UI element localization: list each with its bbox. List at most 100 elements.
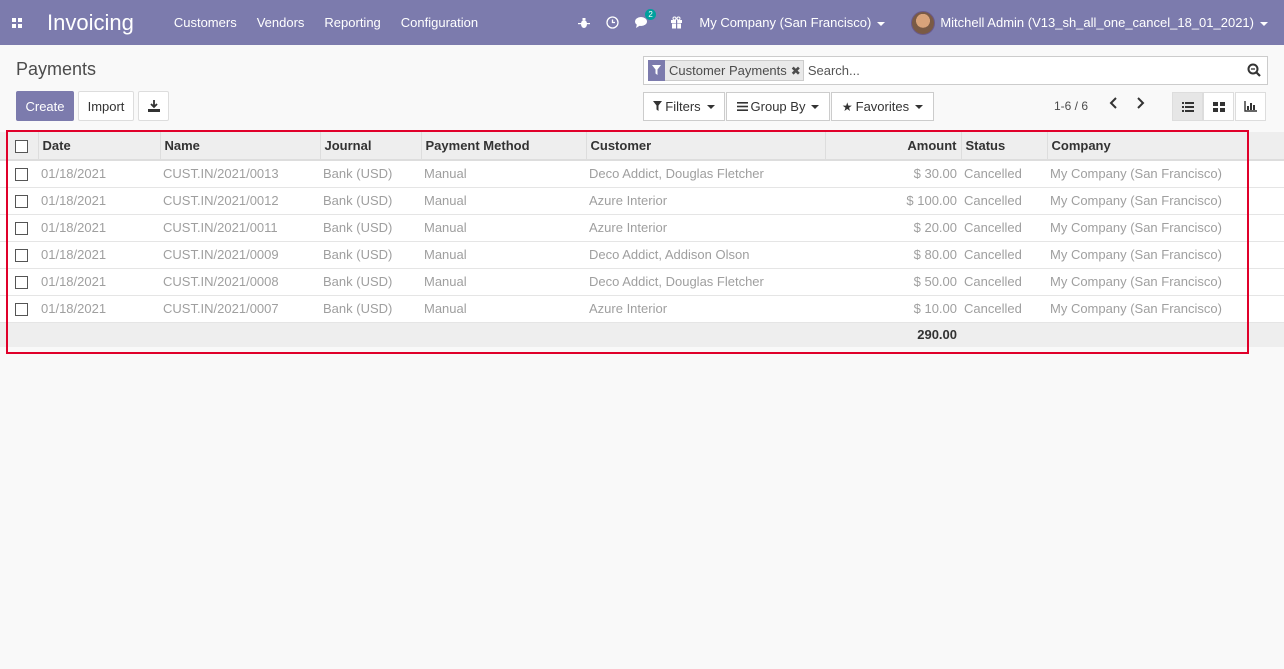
cell-customer: Azure Interior [586, 214, 825, 242]
table-row[interactable]: 01/18/2021 CUST.IN/2021/0007 Bank (USD) … [0, 295, 1284, 323]
chevron-down-icon [811, 104, 820, 109]
cell-name: CUST.IN/2021/0007 [160, 295, 320, 323]
cell-status: Cancelled [961, 187, 1047, 215]
footer-cell [421, 322, 586, 347]
import-button[interactable]: Import [78, 91, 134, 121]
kanban-view-button[interactable] [1203, 92, 1234, 121]
debug-bug-icon[interactable] [578, 17, 591, 29]
filters-dropdown[interactable]: Filters [643, 92, 725, 121]
cell-payment-method: Manual [421, 214, 586, 242]
create-button[interactable]: Create [16, 91, 74, 121]
select-all-checkbox-cell[interactable] [0, 132, 39, 161]
search-facet-customer-payments: Customer Payments ✖ [648, 59, 804, 81]
cell-status: Cancelled [961, 295, 1047, 323]
column-header-name[interactable]: Name [160, 132, 321, 161]
cell-amount: $ 10.00 [825, 295, 961, 323]
payments-list: Date Name Journal Payment Method Custome… [0, 132, 1284, 347]
cell-amount: $ 80.00 [825, 241, 961, 269]
table-row[interactable]: 01/18/2021 CUST.IN/2021/0013 Bank (USD) … [0, 160, 1284, 188]
cell-company: My Company (San Francisco) [1047, 268, 1284, 296]
cell-company: My Company (San Francisco) [1047, 214, 1284, 242]
group-by-dropdown[interactable]: Group By [726, 92, 830, 121]
row-checkbox[interactable] [15, 222, 28, 236]
footer-cell [1047, 322, 1284, 347]
user-menu[interactable]: Mitchell Admin (V13_sh_all_one_cancel_18… [940, 15, 1268, 30]
filter-icon [648, 59, 665, 81]
select-all-checkbox[interactable] [15, 140, 28, 154]
search-input[interactable] [807, 63, 1238, 78]
filter-icon [653, 100, 663, 114]
gift-icon[interactable] [670, 16, 683, 29]
column-header-company[interactable]: Company [1047, 132, 1284, 161]
cell-journal: Bank (USD) [320, 241, 421, 269]
list-icon [1181, 101, 1194, 112]
cell-journal: Bank (USD) [320, 160, 421, 188]
cell-status: Cancelled [961, 268, 1047, 296]
cell-date: 01/18/2021 [38, 214, 160, 242]
cell-date: 01/18/2021 [38, 295, 160, 323]
search-icon[interactable] [1247, 63, 1261, 77]
row-checkbox-cell[interactable] [0, 268, 38, 296]
footer-cell [0, 322, 38, 347]
column-header-payment-method[interactable]: Payment Method [421, 132, 587, 161]
cell-date: 01/18/2021 [38, 160, 160, 188]
user-avatar[interactable] [911, 10, 936, 35]
pager-next-icon[interactable] [1132, 96, 1148, 114]
row-checkbox[interactable] [15, 303, 28, 317]
row-checkbox-cell[interactable] [0, 187, 38, 215]
cell-company: My Company (San Francisco) [1047, 187, 1284, 215]
column-header-journal[interactable]: Journal [320, 132, 422, 161]
table-row[interactable]: 01/18/2021 CUST.IN/2021/0008 Bank (USD) … [0, 268, 1284, 296]
column-header-amount[interactable]: Amount [825, 132, 962, 161]
export-button[interactable] [138, 91, 169, 121]
row-checkbox[interactable] [15, 249, 28, 263]
row-checkbox-cell[interactable] [0, 160, 38, 188]
row-checkbox-cell[interactable] [0, 241, 38, 269]
row-checkbox-cell[interactable] [0, 214, 38, 242]
cell-customer: Deco Addict, Douglas Fletcher [586, 160, 825, 188]
row-checkbox[interactable] [15, 195, 28, 209]
total-amount: 290.00 [825, 322, 961, 347]
row-checkbox[interactable] [15, 168, 28, 182]
footer-cell [961, 322, 1047, 347]
cell-amount: $ 50.00 [825, 268, 961, 296]
footer-cell [160, 322, 320, 347]
column-header-customer[interactable]: Customer [586, 132, 826, 161]
messages-icon[interactable]: 2 [635, 9, 656, 29]
table-row[interactable]: 01/18/2021 CUST.IN/2021/0011 Bank (USD) … [0, 214, 1284, 242]
cell-journal: Bank (USD) [320, 214, 421, 242]
pager-previous-icon[interactable] [1106, 96, 1122, 114]
row-checkbox[interactable] [15, 276, 28, 290]
graph-view-button[interactable] [1235, 92, 1266, 121]
menu-reporting[interactable]: Reporting [324, 15, 380, 30]
chevron-down-icon [1260, 21, 1268, 26]
cell-status: Cancelled [961, 241, 1047, 269]
menu-vendors[interactable]: Vendors [257, 15, 305, 30]
favorites-dropdown[interactable]: ★ Favorites [831, 92, 934, 121]
activity-clock-icon[interactable] [606, 16, 620, 29]
footer-cell [586, 322, 825, 347]
user-name: Mitchell Admin (V13_sh_all_one_cancel_18… [940, 15, 1254, 30]
table-row[interactable]: 01/18/2021 CUST.IN/2021/0012 Bank (USD) … [0, 187, 1284, 215]
table-row[interactable]: 01/18/2021 CUST.IN/2021/0009 Bank (USD) … [0, 241, 1284, 269]
column-header-date[interactable]: Date [38, 132, 161, 161]
list-view-button[interactable] [1172, 92, 1203, 121]
apps-menu-icon[interactable] [0, 0, 34, 45]
menu-customers[interactable]: Customers [174, 15, 237, 30]
facet-remove-icon[interactable]: ✖ [791, 64, 801, 78]
cell-payment-method: Manual [421, 160, 586, 188]
row-checkbox-cell[interactable] [0, 295, 38, 323]
pager-value[interactable]: 1-6 / 6 [1054, 99, 1088, 113]
cell-date: 01/18/2021 [38, 187, 160, 215]
cell-payment-method: Manual [421, 187, 586, 215]
company-switcher[interactable]: My Company (San Francisco) [699, 15, 886, 30]
chevron-down-icon [877, 21, 886, 26]
cell-date: 01/18/2021 [38, 268, 160, 296]
footer-cell [38, 322, 160, 347]
top-navbar: Invoicing Customers Vendors Reporting Co… [0, 0, 1284, 45]
menu-configuration[interactable]: Configuration [401, 15, 478, 30]
app-title[interactable]: Invoicing [47, 10, 134, 36]
column-header-status[interactable]: Status [961, 132, 1048, 161]
table-header-row: Date Name Journal Payment Method Custome… [0, 132, 1284, 161]
cell-company: My Company (San Francisco) [1047, 295, 1284, 323]
